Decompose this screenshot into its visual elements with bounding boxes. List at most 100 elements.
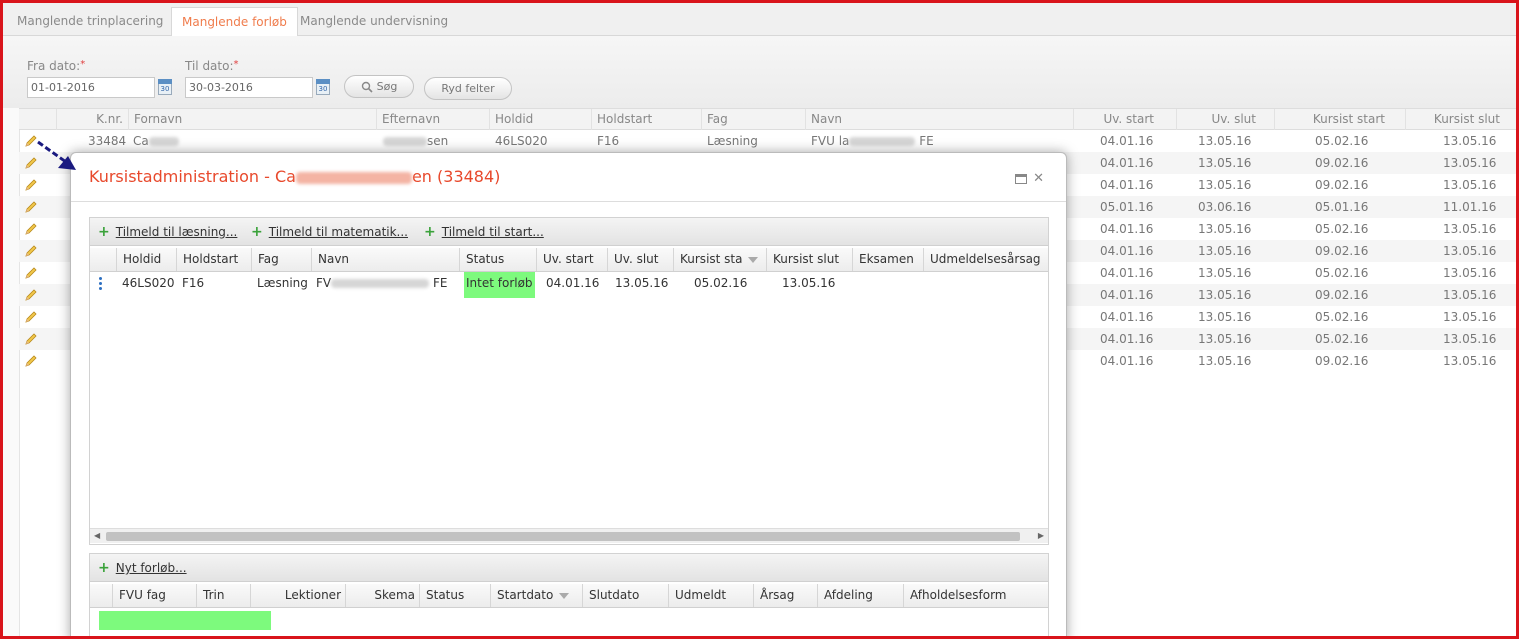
table-cell: 13.05.16 xyxy=(1198,134,1252,148)
table-cell: 13.05.16 xyxy=(1198,266,1252,280)
row-status-badge: Intet forløb xyxy=(464,272,535,298)
maximize-icon[interactable] xyxy=(1015,173,1028,184)
table-cell: 05.01.16 xyxy=(1315,200,1369,214)
table-cell: 09.02.16 xyxy=(1315,354,1369,368)
col-startdato[interactable]: Startdato xyxy=(490,584,582,607)
table-row[interactable]: 04.01.16 13.05.16 05.02.16 13.05.16 xyxy=(19,130,1516,152)
search-button[interactable]: Søg xyxy=(344,75,414,98)
col-fornavn[interactable]: Fornavn xyxy=(128,109,376,130)
col-knr[interactable]: K.nr. xyxy=(56,109,128,130)
from-date-input[interactable] xyxy=(27,77,155,98)
col-afdeling[interactable]: Afdeling xyxy=(817,584,903,607)
col-kursist-start[interactable]: Kursist start xyxy=(1274,109,1405,130)
table-cell: 03.06.16 xyxy=(1198,200,1252,214)
edit-pencil-icon[interactable] xyxy=(24,244,38,258)
row-fag: Læsning xyxy=(257,276,308,290)
calendar-icon[interactable]: 30 xyxy=(316,79,330,95)
enroll-reading-link[interactable]: + Tilmeld til læsning... xyxy=(98,224,237,240)
col-status[interactable]: Status xyxy=(419,584,490,607)
col-udmeldelsesaarsag[interactable]: Udmeldelsesårsag xyxy=(923,248,1048,271)
table-cell: 13.05.16 xyxy=(1198,354,1252,368)
table-cell: 04.01.16 xyxy=(1100,156,1154,170)
tab-manglende-forloeb[interactable]: Manglende forløb xyxy=(171,7,298,37)
table-cell: 13.05.16 xyxy=(1443,156,1497,170)
course-toolbar: + Nyt forløb... xyxy=(90,554,1048,582)
to-date-label: Til dato:* xyxy=(185,59,239,73)
plus-icon: + xyxy=(98,224,110,240)
calendar-icon[interactable]: 30 xyxy=(158,79,172,95)
col-holdstart[interactable]: Holdstart xyxy=(591,109,701,130)
scrollbar-thumb[interactable] xyxy=(106,532,1020,541)
edit-pencil-icon[interactable] xyxy=(24,332,38,346)
col-kursist-start[interactable]: Kursist sta xyxy=(673,248,766,271)
table-cell: 04.01.16 xyxy=(1100,244,1154,258)
table-cell: 13.05.16 xyxy=(1443,332,1497,346)
tab-manglende-undervisning[interactable]: Manglende undervisning xyxy=(290,7,458,36)
edit-pencil-icon[interactable] xyxy=(24,310,38,324)
close-icon[interactable]: ✕ xyxy=(1033,171,1044,186)
table-cell: 13.05.16 xyxy=(1443,178,1497,192)
col-efternavn[interactable]: Efternavn xyxy=(376,109,489,130)
col-fag[interactable]: Fag xyxy=(701,109,805,130)
col-holdid[interactable]: Holdid xyxy=(489,109,591,130)
col-udmeldt[interactable]: Udmeldt xyxy=(668,584,753,607)
col-slutdato[interactable]: Slutdato xyxy=(582,584,668,607)
table-cell: 09.02.16 xyxy=(1315,288,1369,302)
scroll-left-icon[interactable]: ◀ xyxy=(94,531,100,540)
row-menu-icon[interactable] xyxy=(99,277,102,292)
row1-fornavn: Ca xyxy=(133,130,179,152)
col-fvu-fag[interactable]: FVU fag xyxy=(112,584,196,607)
enroll-start-link[interactable]: + Tilmeld til start... xyxy=(424,224,544,240)
edit-pencil-icon[interactable] xyxy=(24,200,38,214)
edit-pencil-icon[interactable] xyxy=(24,178,38,192)
col-holdstart[interactable]: Holdstart xyxy=(176,248,251,271)
col-skema[interactable]: Skema xyxy=(345,584,419,607)
col-eksamen[interactable]: Eksamen xyxy=(852,248,923,271)
edit-pencil-icon[interactable] xyxy=(24,222,38,236)
col-navn[interactable]: Navn xyxy=(805,109,1073,130)
table-cell: 05.01.16 xyxy=(1100,200,1154,214)
col-holdid[interactable]: Holdid xyxy=(116,248,176,271)
table-cell: 04.01.16 xyxy=(1100,266,1154,280)
dialog-title: Kursistadministration - Ca en (33484) xyxy=(89,167,501,186)
col-fag[interactable]: Fag xyxy=(251,248,311,271)
course-panel: + Nyt forløb... FVU fag Trin Lektioner Sk… xyxy=(89,553,1049,639)
tab-manglende-trinplacering[interactable]: Manglende trinplacering xyxy=(7,7,173,36)
row-kursist-start: 05.02.16 xyxy=(694,276,748,290)
col-trin[interactable]: Trin xyxy=(196,584,250,607)
col-uv-start[interactable]: Uv. start xyxy=(1073,109,1176,130)
edit-pencil-icon[interactable] xyxy=(24,266,38,280)
edit-pencil-icon[interactable] xyxy=(24,288,38,302)
clear-fields-button[interactable]: Ryd felter xyxy=(424,77,512,100)
table-cell: 04.01.16 xyxy=(1100,310,1154,324)
col-afholdelsesform[interactable]: Afholdelsesform xyxy=(903,584,1048,607)
col-uv-slut[interactable]: Uv. slut xyxy=(1176,109,1274,130)
student-admin-dialog: Kursistadministration - Ca en (33484) ✕ +… xyxy=(70,152,1067,639)
to-date-input[interactable] xyxy=(185,77,313,98)
scroll-right-icon[interactable]: ▶ xyxy=(1038,531,1044,540)
table-cell: 09.02.16 xyxy=(1315,244,1369,258)
table-cell: 13.05.16 xyxy=(1198,156,1252,170)
col-status[interactable]: Status xyxy=(459,248,536,271)
new-course-link[interactable]: + Nyt forløb... xyxy=(98,560,187,576)
row-navn: FV FE xyxy=(316,276,448,290)
new-course-placeholder-row xyxy=(99,611,271,630)
row1-holdid: 46LS020 xyxy=(495,134,548,148)
course-grid-header: FVU fag Trin Lektioner Skema Status Star… xyxy=(90,584,1048,608)
horizontal-scrollbar[interactable]: ◀ ▶ xyxy=(90,528,1048,543)
table-cell: 04.01.16 xyxy=(1100,288,1154,302)
edit-pencil-icon[interactable] xyxy=(24,354,38,368)
table-cell: 13.05.16 xyxy=(1198,222,1252,236)
col-kursist-slut[interactable]: Kursist slut xyxy=(766,248,852,271)
col-uv-start[interactable]: Uv. start xyxy=(536,248,607,271)
search-icon xyxy=(361,81,373,93)
col-navn[interactable]: Navn xyxy=(311,248,459,271)
col-aarsag[interactable]: Årsag xyxy=(753,584,817,607)
col-lektioner[interactable]: Lektioner xyxy=(250,584,345,607)
col-kursist-slut[interactable]: Kursist slut xyxy=(1405,109,1516,130)
enroll-math-link[interactable]: + Tilmeld til matematik... xyxy=(251,224,408,240)
row-uv-start: 04.01.16 xyxy=(546,276,600,290)
search-button-label: Søg xyxy=(376,80,398,93)
table-cell: 04.01.16 xyxy=(1100,332,1154,346)
col-uv-slut[interactable]: Uv. slut xyxy=(607,248,673,271)
